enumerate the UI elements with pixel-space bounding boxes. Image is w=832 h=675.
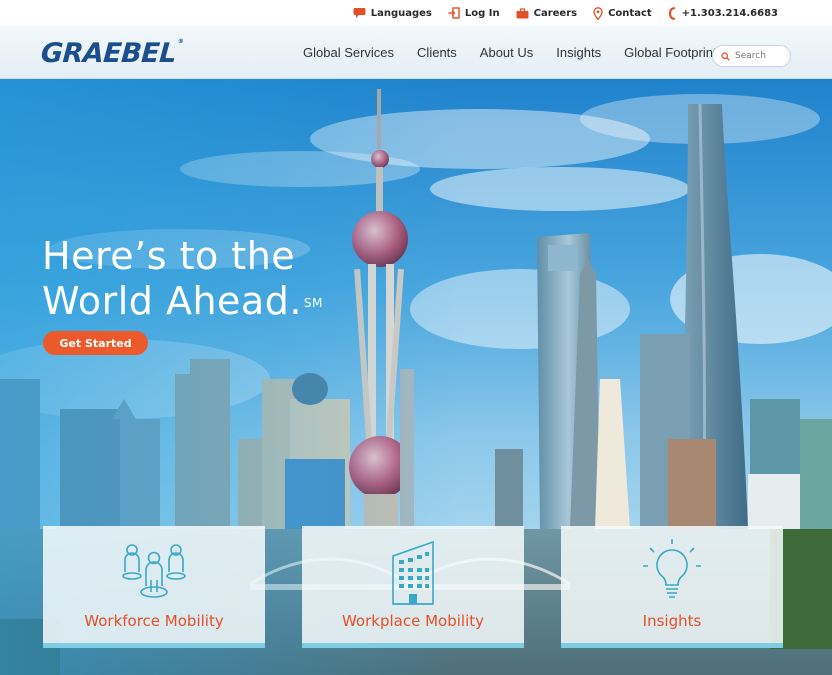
graebel-logo[interactable]: GRAEBEL® [40,38,184,69]
careers-label: Careers [533,7,578,19]
login-link[interactable]: Log In [448,7,500,19]
headline-line-2: World Ahead. SM [42,279,323,324]
headline-line-2-text: World Ahead. [42,279,302,323]
get-started-button[interactable]: Get Started [43,331,148,355]
card-label-insights: Insights [642,612,702,630]
login-label: Log In [464,7,500,19]
headline-line-1: Here’s to the [42,234,296,278]
card-label-workforce-mobility: Workforce Mobility [84,612,224,630]
main-navigation: GRAEBEL® Global Services Clients About U… [0,26,832,79]
nav-global-footprint[interactable]: Global Footprint [624,45,717,60]
contact-link[interactable]: Contact [593,6,652,20]
phone-number: +1.303.214.6683 [681,7,778,19]
contact-label: Contact [608,7,652,19]
logo-registered-mark: ® [177,38,184,45]
primary-nav-links: Global Services Clients About Us Insight… [303,26,717,79]
service-mark: SM [303,296,323,310]
nav-insights[interactable]: Insights [556,45,601,60]
chat-bubble-icon [353,8,366,18]
languages-label: Languages [370,7,432,19]
careers-link[interactable]: Careers [516,8,577,19]
nav-clients[interactable]: Clients [417,45,457,60]
card-workforce-mobility[interactable]: Workforce Mobility [43,526,265,648]
utility-bar: Languages Log In Careers Contact +1.303.… [0,0,832,26]
card-label-workplace-mobility: Workplace Mobility [341,612,484,630]
building-icon [392,540,434,605]
lightbulb-icon [643,539,701,598]
nav-about-us[interactable]: About Us [480,45,533,60]
phone-icon [668,6,675,20]
hero-section: Here’s to the World Ahead. SM Get Started… [0,79,832,675]
card-workplace-mobility[interactable]: Workplace Mobility [302,526,524,648]
login-icon [448,7,460,19]
card-insights[interactable]: Insights [561,526,783,648]
search-icon [721,51,730,61]
search-input[interactable] [735,51,785,61]
nav-global-services[interactable]: Global Services [303,45,394,60]
people-icon [122,544,186,598]
hero-headline: Here’s to the World Ahead. SM [42,234,323,324]
phone-link[interactable]: +1.303.214.6683 [668,6,778,20]
briefcase-icon [516,7,529,18]
search-box[interactable] [712,45,791,67]
languages-link[interactable]: Languages [353,7,432,19]
logo-text: GRAEBEL [39,38,178,69]
location-pin-icon [593,6,603,20]
